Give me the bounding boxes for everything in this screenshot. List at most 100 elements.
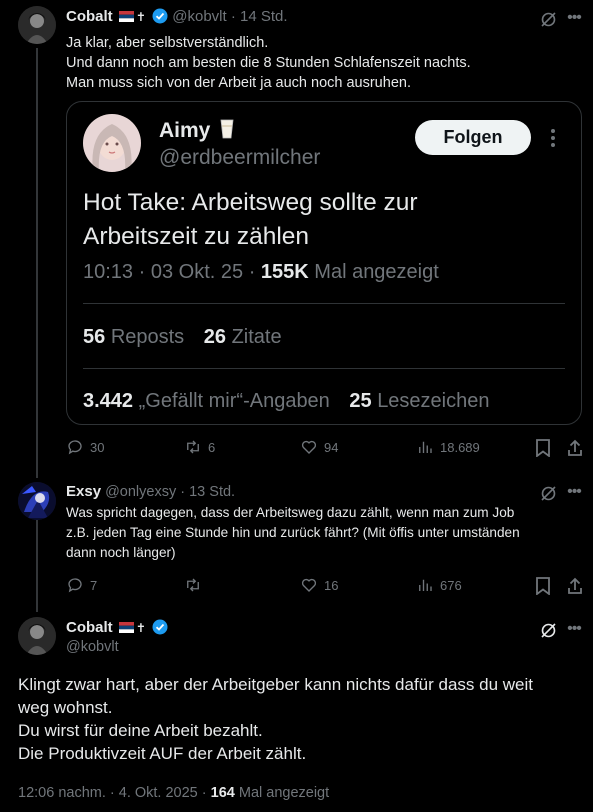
repost-icon: [187, 440, 199, 454]
grok-icon[interactable]: [538, 483, 558, 503]
thread-line: [36, 520, 38, 612]
quoted-tweet-card[interactable]: Aimy @erdbeermilcher Folgen Hot Take: Ar…: [66, 101, 582, 425]
more-icon[interactable]: •••: [564, 8, 584, 28]
bookmark-icon[interactable]: [534, 438, 552, 458]
avatar[interactable]: [18, 617, 56, 655]
reply-button[interactable]: 7: [66, 576, 97, 594]
serbia-flag-icon: [118, 11, 134, 22]
thread-line: [36, 48, 38, 478]
verified-icon: [152, 8, 168, 24]
tweet-text-line: weg wohnst.: [18, 698, 113, 717]
tweet-text-line: Und dann noch am besten die 8 Stunden Sc…: [66, 55, 471, 71]
reply-icon: [68, 440, 82, 455]
tweet-header: Cobalt ✝: [66, 619, 168, 636]
quoted-meta: 10:13 · 03 Okt. 25 · 155K Mal angezeigt: [83, 261, 439, 283]
author-name[interactable]: Cobalt: [66, 8, 113, 25]
quoted-stats-row: 3.442 „Gefällt mir“-Angaben 25 Lesezeich…: [83, 390, 490, 413]
author-name[interactable]: Exsy: [66, 483, 101, 500]
tweet-text-line: dann noch länger): [66, 545, 176, 560]
views-count: 18.689: [440, 439, 480, 455]
like-count: 16: [324, 577, 339, 593]
author-handle[interactable]: @kobvlt: [66, 639, 119, 655]
tweet-timestamp[interactable]: 12:06 nachm. · 4. Okt. 2025 ·: [18, 785, 211, 801]
reply-icon: [68, 578, 82, 593]
repost-button[interactable]: [184, 576, 202, 594]
tweet-time[interactable]: 14 Std.: [240, 8, 288, 25]
action-bar: 30 6 94 18.689: [66, 438, 586, 458]
repost-count: 6: [208, 439, 216, 455]
reply-count: 7: [90, 577, 98, 593]
views-button[interactable]: 676: [416, 576, 462, 594]
share-icon[interactable]: [566, 438, 584, 458]
follow-button[interactable]: Folgen: [415, 120, 531, 155]
divider: [83, 303, 565, 304]
heart-icon: [301, 440, 317, 454]
heart-icon: [301, 578, 317, 592]
views-count: 676: [440, 577, 462, 593]
more-icon[interactable]: •••: [564, 482, 584, 502]
avatar[interactable]: [18, 6, 56, 44]
verified-icon: [152, 619, 168, 635]
tweet-timestamp-row: 12:06 nachm. · 4. Okt. 2025 · 164 Mal an…: [18, 785, 329, 801]
tweet-text-line: Was spricht dagegen, dass der Arbeitsweg…: [66, 505, 515, 520]
quoted-views-count: 155K: [260, 261, 309, 283]
reply-count: 30: [90, 439, 105, 455]
more-icon[interactable]: •••: [564, 619, 584, 639]
tweet-text-line: Die Produktivzeit AUF der Arbeit zählt.: [18, 744, 307, 763]
divider: [83, 368, 565, 369]
reposts-stat[interactable]: 56 Reposts: [83, 326, 184, 348]
tweet-time[interactable]: 13 Std.: [189, 484, 235, 500]
cross-icon: ✝: [135, 621, 146, 635]
author-handle[interactable]: @kobvlt: [172, 8, 226, 25]
views-chart-icon: [419, 579, 432, 591]
quoted-more-icon[interactable]: [541, 124, 565, 152]
quotes-stat[interactable]: 26 Zitate: [204, 326, 282, 348]
author-handle[interactable]: @onlyexsy: [105, 484, 176, 500]
quoted-author-name[interactable]: Aimy: [159, 119, 210, 142]
views-count: 164: [210, 785, 235, 801]
views-label: Mal angezeigt: [238, 785, 330, 801]
quoted-time[interactable]: 10:13: [83, 261, 133, 283]
views-button[interactable]: 18.689: [416, 438, 480, 456]
bookmarks-stat[interactable]: 25 Lesezeichen: [349, 390, 489, 412]
serbia-flag-icon: [118, 622, 134, 633]
tweet-text-line: Du wirst für deine Arbeit bezahlt.: [18, 721, 263, 740]
separator-dot: ·: [230, 8, 241, 25]
tweet-text: Was spricht dagegen, dass der Arbeitsweg…: [66, 503, 520, 563]
tweet-text-line: Ja klar, aber selbstverständlich.: [66, 35, 269, 51]
avatar[interactable]: [18, 482, 56, 520]
reply-button[interactable]: 30: [66, 438, 104, 456]
action-bar: 7 16 676: [66, 576, 586, 596]
tweet-text-line: Man muss sich von der Arbeit ja auch noc…: [66, 75, 411, 91]
like-button[interactable]: 16: [300, 576, 338, 594]
quoted-text-line: Hot Take: Arbeitsweg sollte zur: [83, 189, 418, 216]
tweet-text: Klingt zwar hart, aber der Arbeitgeber k…: [18, 673, 533, 765]
views-chart-icon: [419, 441, 432, 453]
like-count: 94: [324, 439, 339, 455]
cross-icon: ✝: [135, 10, 146, 24]
likes-stat[interactable]: 3.442 „Gefällt mir“-Angaben: [83, 390, 330, 412]
follow-button-label: Folgen: [443, 127, 503, 147]
tweet-text-line: Klingt zwar hart, aber der Arbeitgeber k…: [18, 675, 534, 694]
share-icon[interactable]: [566, 576, 584, 596]
grok-icon[interactable]: [538, 620, 558, 640]
milk-glass-icon: [220, 119, 234, 139]
quoted-tweet-text: Hot Take: Arbeitsweg sollte zur Arbeitsz…: [83, 186, 418, 254]
author-name[interactable]: Cobalt: [66, 619, 113, 636]
tweet-text: Ja klar, aber selbstverständlich. Und da…: [66, 33, 471, 93]
tweet-text-line: z.B. jeden Tag eine Stunde hin und zurüc…: [66, 525, 520, 540]
tweet-header: Exsy @onlyexsy · 13 Std.: [66, 483, 236, 500]
tweet-header: Cobalt ✝ @kobvlt · 14 Std.: [66, 8, 288, 25]
repost-button[interactable]: 6: [184, 438, 215, 456]
quoted-author: Aimy @erdbeermilcher: [159, 118, 320, 172]
quoted-author-handle[interactable]: @erdbeermilcher: [159, 144, 320, 172]
grok-icon[interactable]: [538, 9, 558, 29]
bookmark-icon[interactable]: [534, 576, 552, 596]
repost-icon: [187, 578, 199, 592]
quoted-avatar[interactable]: [83, 114, 141, 172]
quoted-text-line: Arbeitszeit zu zählen: [83, 223, 310, 250]
like-button[interactable]: 94: [300, 438, 338, 456]
quoted-date[interactable]: 03 Okt. 25: [151, 261, 243, 283]
quoted-stats-row: 56 Reposts 26 Zitate: [83, 326, 282, 349]
quoted-views-label: Mal angezeigt: [314, 261, 439, 283]
